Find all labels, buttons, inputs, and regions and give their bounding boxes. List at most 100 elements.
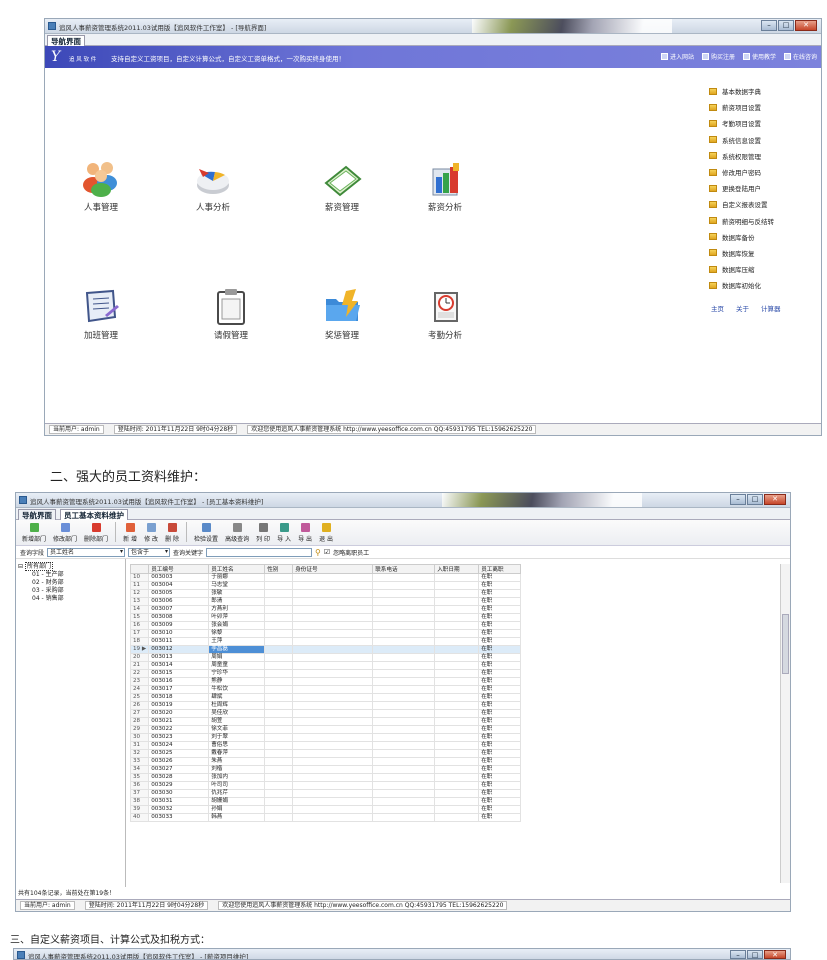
query-operator-select[interactable]: 包含于 [128,547,171,557]
table-cell[interactable] [434,741,480,750]
maximize-button[interactable]: □ [747,494,763,505]
table-cell[interactable] [292,725,374,734]
table-cell[interactable]: 003015 [148,669,210,678]
table-cell[interactable] [372,757,436,766]
table-cell[interactable]: 003020 [148,709,210,718]
table-cell[interactable] [434,773,480,782]
table-cell[interactable] [434,797,480,806]
table-cell[interactable] [372,661,436,670]
table-cell[interactable] [264,645,294,654]
table-cell[interactable]: 17 [130,629,150,638]
maximize-button[interactable]: □ [778,20,794,31]
table-cell[interactable]: 003007 [148,605,210,614]
table-cell[interactable] [372,653,436,662]
table-cell[interactable] [434,749,480,758]
table-cell[interactable] [264,597,294,606]
table-cell[interactable]: 在职 [478,781,522,790]
table-row[interactable]: 24 003017 牛松饮 在职 [130,685,522,694]
table-cell[interactable] [372,741,436,750]
table-row[interactable]: 14 003007 方燕利 在职 [130,605,522,614]
table-cell[interactable]: 29 [130,725,150,734]
table-cell[interactable]: 003003 [148,573,210,582]
table-cell[interactable] [372,717,436,726]
table-cell[interactable]: 在职 [478,789,522,798]
query-keyword-input[interactable] [206,547,313,557]
table-row[interactable]: 36 003029 叶司司 在职 [130,781,522,790]
table-cell[interactable]: 003005 [148,589,210,598]
table-cell[interactable]: 23 [130,677,150,686]
table-cell[interactable]: 003008 [148,613,210,622]
table-cell[interactable] [292,709,374,718]
table-cell[interactable]: 16 [130,621,150,630]
table-cell[interactable]: 朱燕 [208,757,266,766]
table-cell[interactable]: 宁珍华 [208,669,266,678]
table-cell[interactable]: 003012 [148,645,210,654]
remove-button[interactable]: 删 除 [163,523,181,545]
table-cell[interactable] [292,605,374,614]
table-cell[interactable]: 在职 [478,741,522,750]
table-cell[interactable] [264,661,294,670]
table-cell[interactable] [292,613,374,622]
table-cell[interactable]: 吴佳欣 [208,709,266,718]
table-row[interactable]: 15 003008 叶卯萍 在职 [130,613,522,622]
table-cell[interactable] [264,701,294,710]
table-cell[interactable]: 003021 [148,717,210,726]
table-cell[interactable]: 13 [130,597,150,606]
module-salary-management[interactable]: 薪资管理 [307,159,377,213]
menu-item[interactable]: 修改用户密码 [709,164,813,180]
table-cell[interactable]: 003032 [148,805,210,814]
table-row[interactable]: 29 003022 徐文菲 在职 [130,725,522,734]
table-row[interactable]: 26 003019 杜周辉 在职 [130,701,522,710]
table-cell[interactable] [264,717,294,726]
table-cell[interactable] [292,621,374,630]
table-cell[interactable] [292,645,374,654]
table-cell[interactable]: 胡姗娟 [208,797,266,806]
table-cell[interactable]: 在职 [478,637,522,646]
link-tutorial[interactable]: 使用教学 [742,52,776,61]
table-cell[interactable] [292,589,374,598]
table-cell[interactable]: 003024 [148,741,210,750]
table-cell[interactable]: 003009 [148,621,210,630]
menu-item[interactable]: 数据库初始化 [709,277,813,293]
table-cell[interactable]: 马志堂 [208,581,266,590]
print-button[interactable]: 列 印 [254,523,272,545]
table-row[interactable]: 35 003028 张加内 在职 [130,773,522,782]
table-cell[interactable] [434,589,480,598]
table-cell[interactable] [372,813,436,822]
table-cell[interactable] [292,717,374,726]
module-leave-management[interactable]: 请假管理 [196,287,266,341]
table-cell[interactable]: 20 [130,653,150,662]
table-cell[interactable] [434,789,480,798]
table-cell[interactable]: 在职 [478,605,522,614]
table-row[interactable]: 25 003018 肆斌 在职 [130,693,522,702]
table-cell[interactable] [264,589,294,598]
table-cell[interactable]: 在职 [478,613,522,622]
table-cell[interactable] [434,669,480,678]
table-cell[interactable]: 杜周辉 [208,701,266,710]
table-cell[interactable]: 003017 [148,685,210,694]
table-row[interactable]: 32 003025 戴春萍 在职 [130,749,522,758]
table-cell[interactable]: 在职 [478,685,522,694]
table-cell[interactable] [292,781,374,790]
table-cell[interactable]: 003016 [148,677,210,686]
table-cell[interactable]: 在职 [478,797,522,806]
import-button[interactable]: 导 入 [275,523,293,545]
maximize-button[interactable]: □ [747,950,763,959]
table-cell[interactable]: 郎清 [208,597,266,606]
table-row[interactable]: 39 003032 孙娟 在职 [130,805,522,814]
table-cell[interactable] [264,773,294,782]
table-cell[interactable] [372,573,436,582]
table-cell[interactable] [434,621,480,630]
table-cell[interactable] [372,597,436,606]
table-row[interactable]: 19 ▶ 003012 李昌磊 在职 [130,645,522,654]
table-cell[interactable]: 003030 [148,789,210,798]
table-cell[interactable] [264,581,294,590]
table-cell[interactable]: 熊静 [208,677,266,686]
col-header[interactable]: 身份证号 [292,564,374,574]
table-cell[interactable] [372,709,436,718]
table-cell[interactable]: 徐文菲 [208,725,266,734]
table-cell[interactable] [264,749,294,758]
table-cell[interactable] [434,781,480,790]
table-cell[interactable] [372,797,436,806]
table-cell[interactable] [264,573,294,582]
